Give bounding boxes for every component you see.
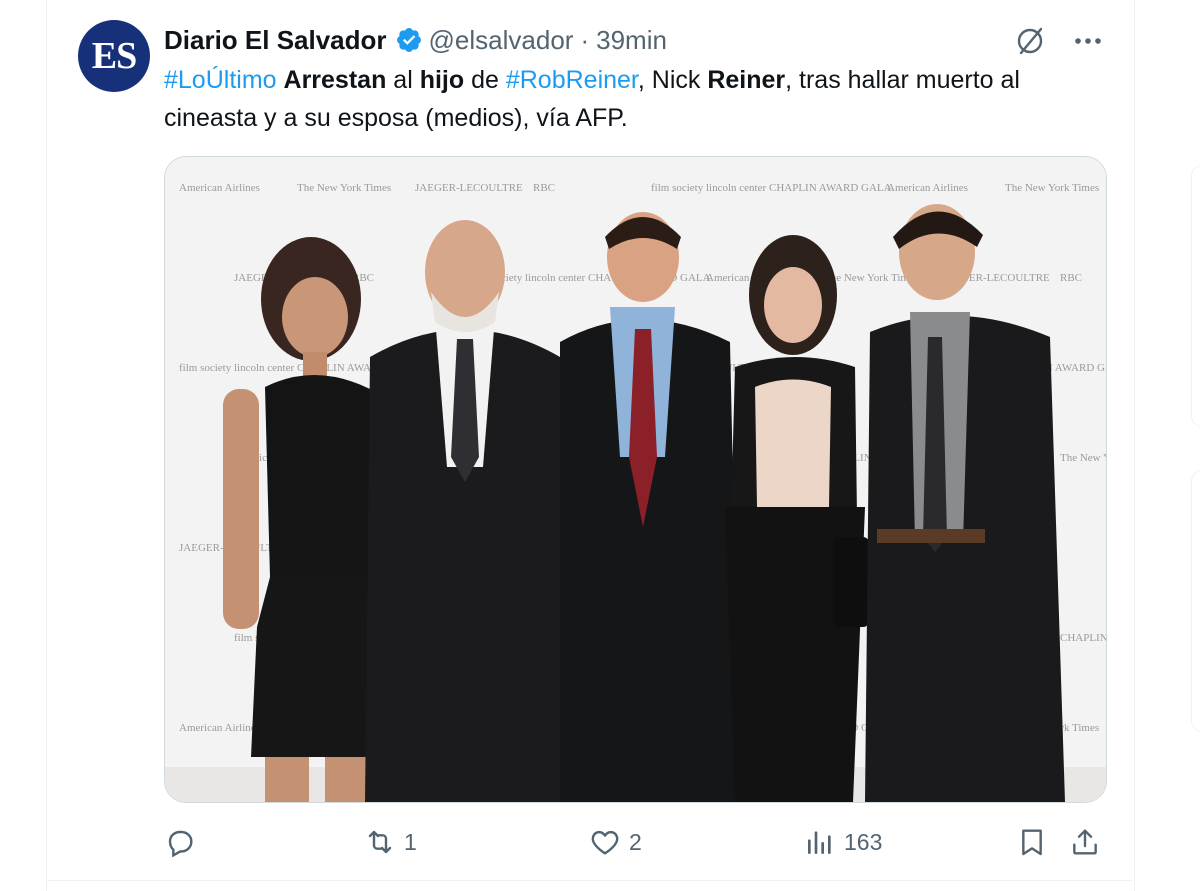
views-count: 163 [844,828,883,855]
retweet-count: 1 [404,828,417,855]
backdrop-logo: American Airlines [179,182,260,194]
backdrop-logo: American Airlines [887,182,968,194]
tweet-text-segment: , Nick [637,66,708,94]
tweet-text-segment [277,66,284,94]
backdrop-logo: American Airlines [179,722,260,734]
like-count: 2 [629,828,642,855]
backdrop-logo: CHAPLIN AWARD GALA [769,182,892,194]
reply-button[interactable] [164,818,204,866]
backdrop-logo: film society lincoln center [179,362,294,374]
bookmark-button[interactable] [1016,818,1048,866]
tweet[interactable]: ES Diario El Salvador @elsalvador · 39mi… [47,0,1133,880]
backdrop-logo: The New York Times [1005,182,1099,194]
tweet-actions: 1 2 163 [164,818,1109,866]
backdrop-logo: The New York Times [1060,452,1106,464]
reply-icon [168,830,193,858]
display-name[interactable]: Diario El Salvador [164,25,387,56]
separator-dot: · [580,24,590,55]
backdrop-logo: film society lincoln center [651,182,766,194]
hashtag-link[interactable]: #RobReiner [506,66,638,94]
verified-badge-icon[interactable] [395,26,423,54]
share-button[interactable] [1069,818,1101,866]
tweet-photo[interactable]: American Airlines The New York Times JAEGE… [164,156,1107,803]
grok-icon[interactable] [1013,24,1047,58]
sidebar-card [1191,165,1200,427]
tweet-text-segment: de [464,66,506,94]
backdrop-logo: The New York Times [297,182,391,194]
header-actions [1013,24,1103,58]
hashtag-link[interactable]: #LoÚltimo [164,66,277,94]
tweet-header: Diario El Salvador @elsalvador · 39min [164,24,667,56]
backdrop-logo: RBC [533,182,555,194]
more-icon[interactable] [1073,26,1103,56]
timestamp[interactable]: 39min [596,25,667,56]
tweet-text-segment: al [386,66,420,94]
tweet-divider [47,880,1133,881]
retweet-icon [368,830,392,854]
heart-icon [591,830,619,855]
share-icon [1073,829,1097,855]
tweet-text-segment: Arrestan [283,66,387,94]
right-sidebar-edge [1134,0,1200,891]
backdrop-logo: CHAPLIN AWARD GALA [1060,632,1106,644]
bookmark-icon [1022,829,1042,856]
analytics-icon [808,831,831,854]
tweet-text-segment: Reiner [707,66,786,94]
handle[interactable]: @elsalvador [429,25,574,56]
avatar[interactable]: ES [78,20,150,92]
backdrop-logo: RBC [1060,272,1082,284]
tweet-text-segment: hijo [419,66,465,94]
like-button[interactable]: 2 [589,818,642,866]
views-button[interactable]: 163 [804,818,882,866]
sidebar-card [1191,470,1200,732]
tweet-text: #LoÚltimo Arrestan al hijo de #RobReiner… [164,61,1114,137]
retweet-button[interactable]: 1 [364,818,417,866]
backdrop-logo: JAEGER-LECOULTRE [415,182,523,194]
left-column-edge [0,0,47,891]
